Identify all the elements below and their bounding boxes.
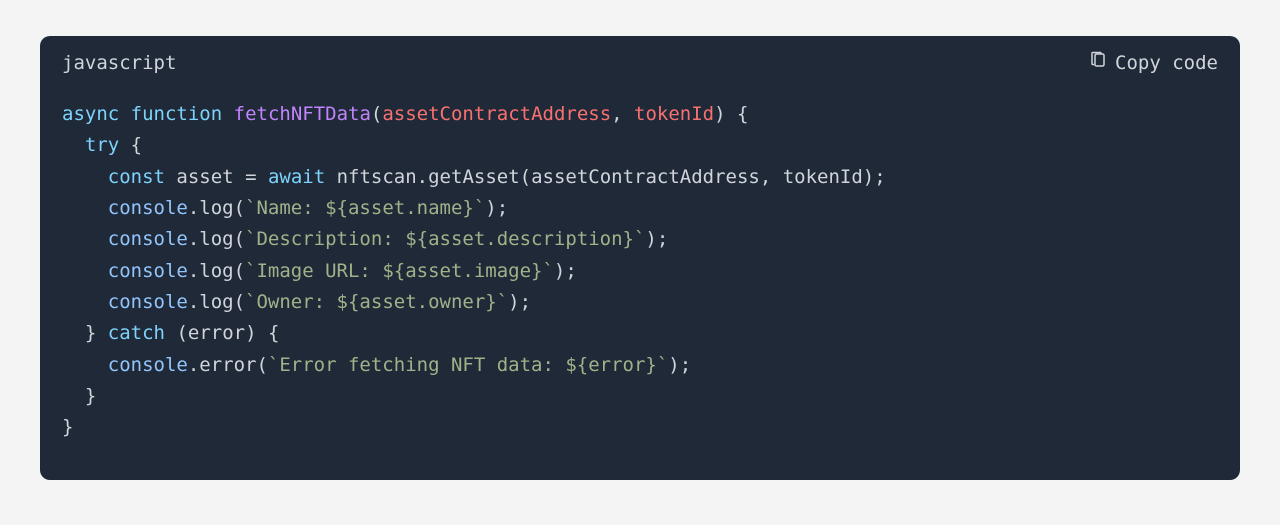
- code-line: console.log(`Description: ${asset.descri…: [62, 228, 668, 250]
- code-line: console.log(`Image URL: ${asset.image}`)…: [62, 260, 577, 282]
- copy-code-button[interactable]: Copy code: [1089, 50, 1218, 75]
- code-line: }: [62, 416, 73, 438]
- copy-code-label: Copy code: [1115, 52, 1218, 74]
- code-block: javascript Copy code async function fetc…: [40, 36, 1240, 480]
- code-line: } catch (error) {: [62, 322, 279, 344]
- code-header: javascript Copy code: [40, 36, 1240, 85]
- code-body[interactable]: async function fetchNFTData(assetContrac…: [40, 85, 1240, 480]
- code-line: console.log(`Name: ${asset.name}`);: [62, 197, 508, 219]
- language-label: javascript: [62, 52, 176, 74]
- code-line: console.error(`Error fetching NFT data: …: [62, 354, 691, 376]
- code-line: const asset = await nftscan.getAsset(ass…: [62, 166, 886, 188]
- code-line: }: [62, 385, 96, 407]
- code-line: async function fetchNFTData(assetContrac…: [62, 103, 748, 125]
- code-line: try {: [62, 134, 142, 156]
- code-line: console.log(`Owner: ${asset.owner}`);: [62, 291, 531, 313]
- clipboard-icon: [1089, 50, 1107, 75]
